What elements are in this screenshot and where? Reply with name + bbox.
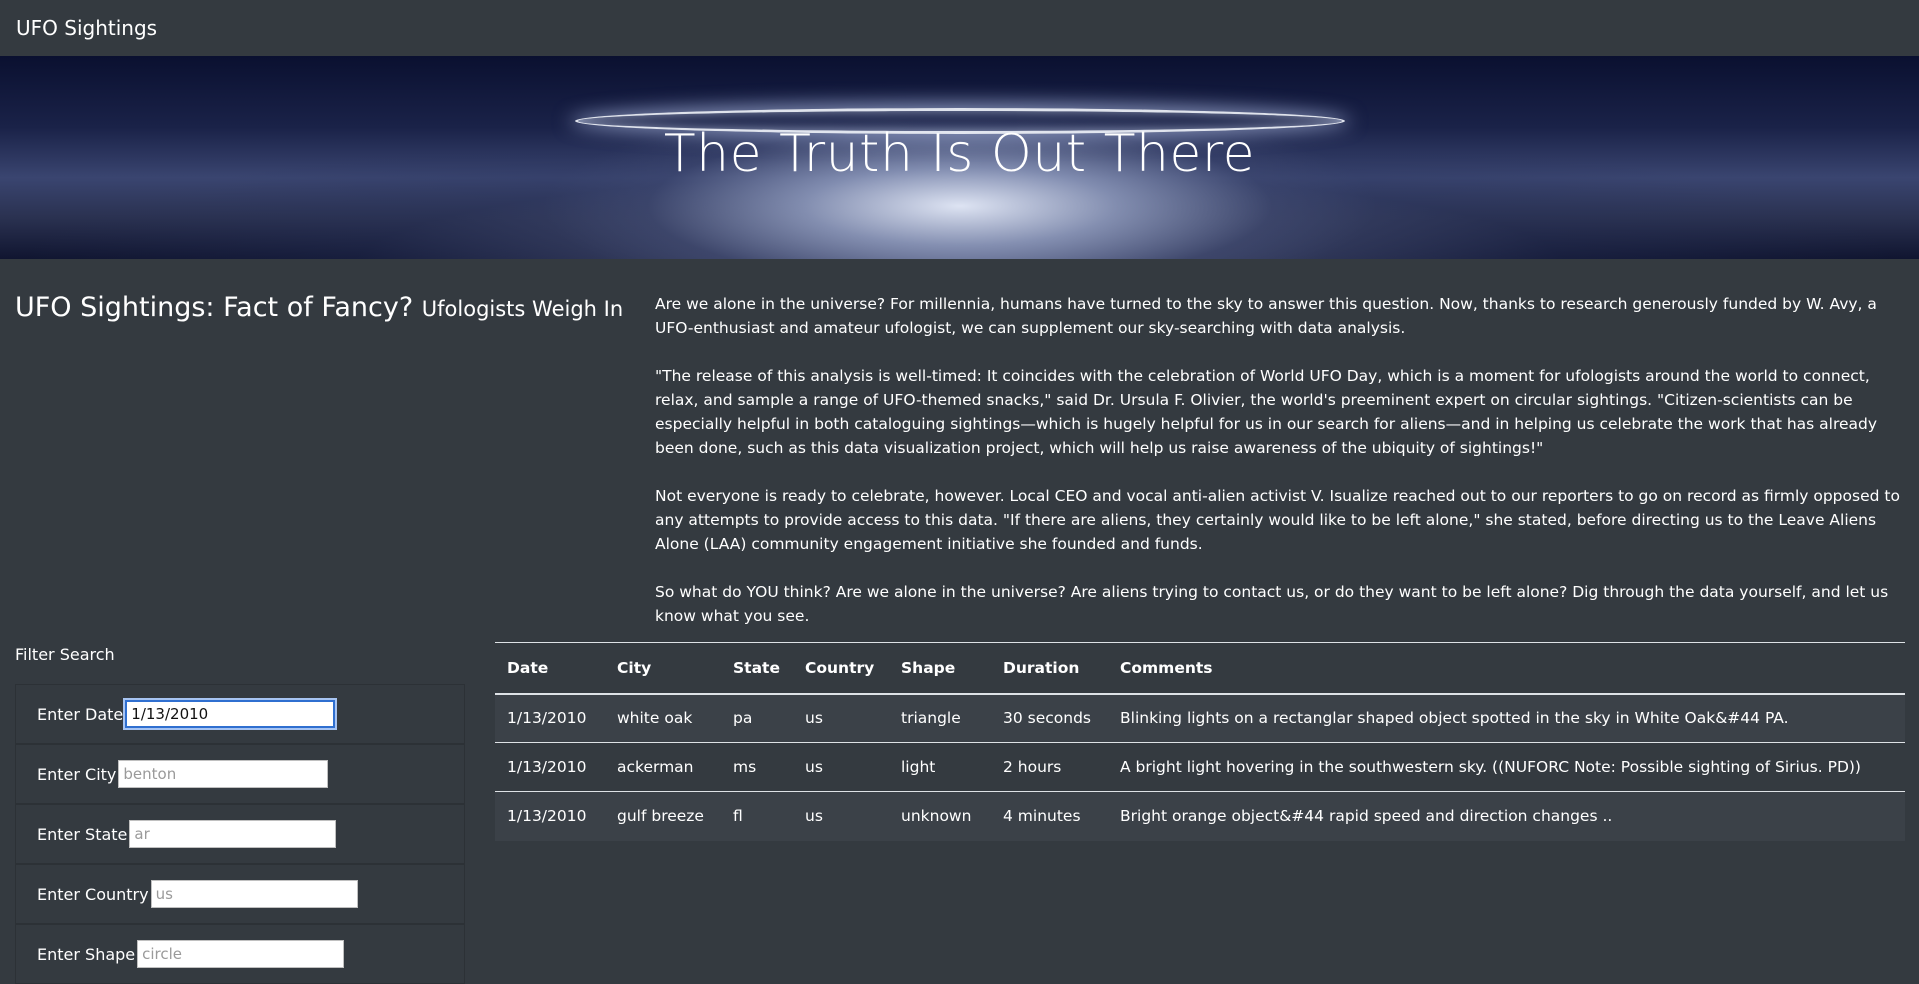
filter-search-title: Filter Search [15,645,115,664]
city-label: Enter City [37,764,117,784]
date-input[interactable] [125,700,336,728]
ufo-table: Date City State Country Shape Duration C… [495,642,1905,841]
cell-date: 1/13/2010 [495,742,605,792]
page-headline: UFO Sightings: Fact of Fancy? Ufologists… [15,292,623,323]
shape-label: Enter Shape [37,944,136,964]
cell-country: us [793,693,889,743]
country-label: Enter Country [37,884,149,904]
shape-input[interactable] [137,940,345,968]
cell-comments: A bright light hovering in the southwest… [1108,742,1905,792]
cell-country: us [793,742,889,792]
column-header-city: City [605,642,721,695]
state-label: Enter State [37,824,128,844]
table-row: 1/13/2010 ackerman ms us light 2 hours A… [495,742,1905,792]
ufo-table-container: Date City State Country Shape Duration C… [495,642,1905,841]
column-header-date: Date [495,642,605,695]
filter-item-date: Enter Date [15,684,465,744]
cell-date: 1/13/2010 [495,791,605,841]
headline-sub: Ufologists Weigh In [421,297,624,321]
table-row: 1/13/2010 gulf breeze fl us unknown 4 mi… [495,791,1905,841]
city-input[interactable] [118,760,329,788]
article-body: Are we alone in the universe? For millen… [655,292,1905,652]
cell-duration: 2 hours [991,742,1108,792]
date-label: Enter Date [37,704,124,724]
column-header-country: Country [793,642,889,695]
article-paragraph: "The release of this analysis is well-ti… [655,367,1878,457]
cell-comments: Bright orange object&#44 rapid speed and… [1108,791,1905,841]
navbar-brand[interactable]: UFO Sightings [16,16,157,40]
cell-city: ackerman [605,742,721,792]
cell-state: fl [721,791,793,841]
cell-shape: unknown [889,791,991,841]
article-paragraph: Not everyone is ready to celebrate, howe… [655,487,1900,553]
filter-item-shape: Enter Shape [15,924,465,984]
filter-list: Enter Date Enter City Enter State Enter … [15,684,465,984]
headline-main: UFO Sightings: Fact of Fancy? [15,292,414,323]
cell-city: gulf breeze [605,791,721,841]
table-row: 1/13/2010 white oak pa us triangle 30 se… [495,693,1905,743]
navbar: UFO Sightings [0,0,1919,56]
column-header-duration: Duration [991,642,1108,695]
cell-city: white oak [605,693,721,743]
country-input[interactable] [150,880,358,908]
hero-title: The Truth Is Out There [663,124,1256,184]
cell-shape: light [889,742,991,792]
cell-date: 1/13/2010 [495,693,605,743]
column-header-comments: Comments [1108,642,1905,695]
column-header-shape: Shape [889,642,991,695]
article-paragraph: So what do YOU think? Are we alone in th… [655,583,1889,625]
cell-state: ms [721,742,793,792]
column-header-state: State [721,642,793,695]
filter-item-state: Enter State [15,804,465,864]
hero-banner: The Truth Is Out There [0,56,1919,259]
filter-item-country: Enter Country [15,864,465,924]
cell-state: pa [721,693,793,743]
filter-item-city: Enter City [15,744,465,804]
cell-duration: 4 minutes [991,791,1108,841]
cell-duration: 30 seconds [991,693,1108,743]
article-paragraph: Are we alone in the universe? For millen… [655,295,1877,337]
state-input[interactable] [129,820,337,848]
cell-comments: Blinking lights on a rectanglar shaped o… [1108,693,1905,743]
cell-shape: triangle [889,693,991,743]
cell-country: us [793,791,889,841]
table-header-row: Date City State Country Shape Duration C… [495,642,1905,695]
